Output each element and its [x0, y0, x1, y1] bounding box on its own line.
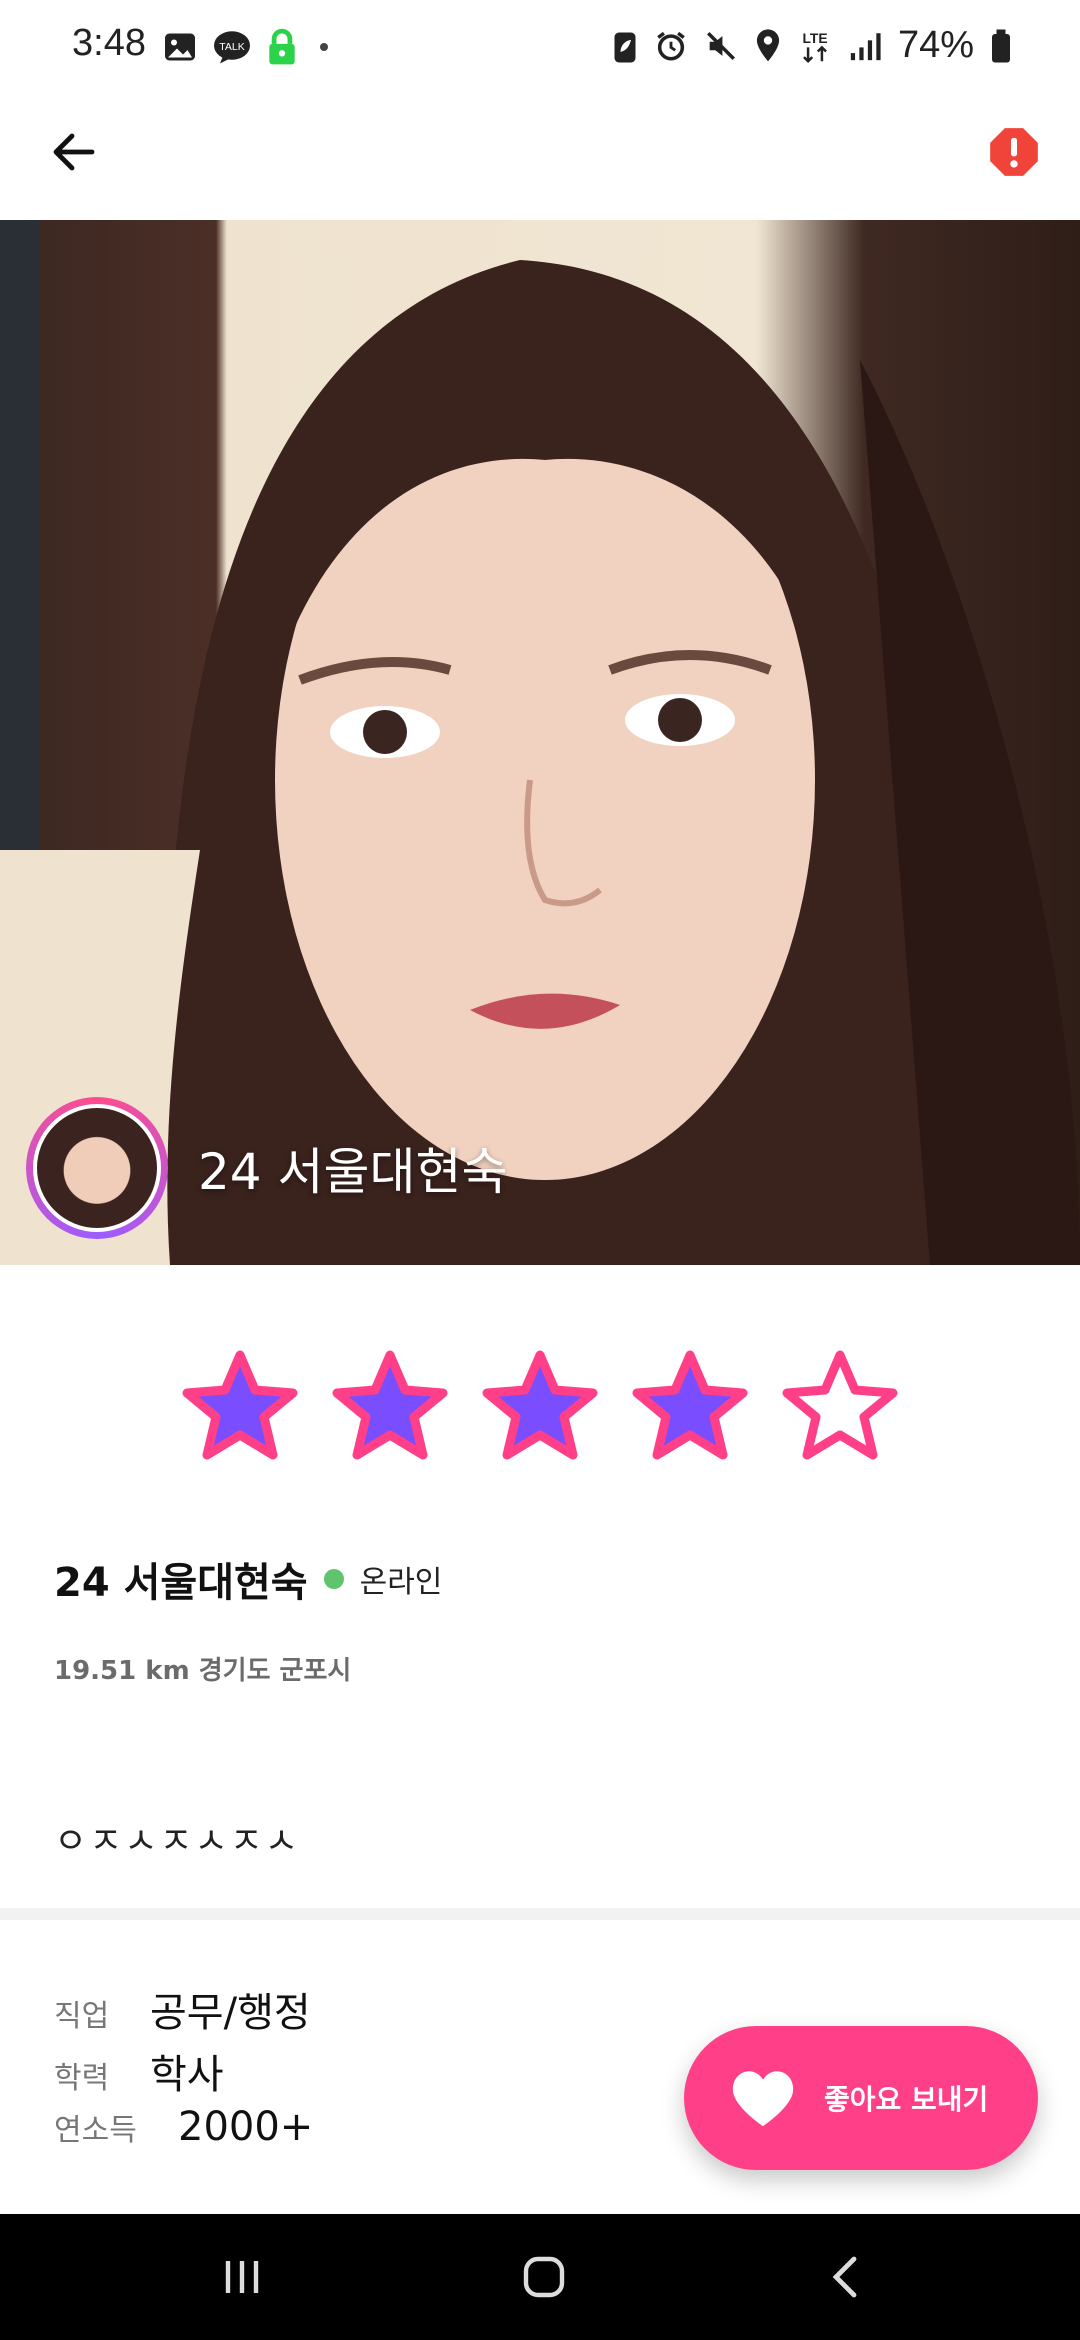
star-empty-icon[interactable] [776, 1345, 904, 1473]
status-time: 3:48 [72, 22, 146, 64]
system-icons: LTE 74% [612, 24, 1012, 67]
detail-label: 직업 [54, 1999, 110, 2034]
star-filled-icon[interactable] [626, 1345, 754, 1473]
arrow-left-icon [53, 133, 95, 171]
recents-button[interactable] [202, 2242, 282, 2312]
detail-row-education: 학력 학사 [54, 2042, 313, 2104]
kakaotalk-icon: TALK [214, 31, 250, 64]
signal-icon [850, 32, 881, 60]
send-like-button[interactable]: 좋아요 보내기 [684, 2026, 1038, 2170]
app-bar [0, 96, 1080, 220]
battery-icon [992, 29, 1010, 62]
detail-value: 2000+ [178, 2104, 314, 2150]
avatar-photo [33, 1104, 161, 1232]
name-row: 24 서울대현숙 온라인 [54, 1550, 1026, 1608]
star-filled-icon[interactable] [476, 1345, 604, 1473]
dot-icon [320, 43, 328, 51]
avatar[interactable] [26, 1097, 168, 1239]
detail-value: 학사 [150, 2052, 224, 2098]
alert-octagon-icon [990, 128, 1038, 176]
details-list: 직업 공무/행정 학력 학사 연소득 2000+ [54, 1980, 313, 2166]
location-icon [756, 28, 780, 61]
lte-label: LTE [802, 30, 827, 46]
bio-text: ㅇㅈㅅㅈㅅㅈㅅ [54, 1821, 300, 1862]
detail-row-income: 연소득 2000+ [54, 2104, 313, 2166]
hero-name-row: 24 서울대현숙 [26, 1097, 508, 1239]
profile-name: 24 서울대현숙 [54, 1560, 308, 1606]
alarm-icon [657, 31, 685, 61]
status-bar: 3:48 TALK LTE 74% [0, 0, 1080, 96]
online-status-dot [323, 1569, 344, 1589]
gallery-icon [165, 33, 195, 61]
star-rating [0, 1345, 1080, 1473]
nav-back-button[interactable] [806, 2242, 886, 2312]
location-text: 19.51 km 경기도 군포시 [54, 1656, 352, 1686]
battery-percent: 74% [897, 24, 974, 66]
online-status-text: 온라인 [359, 1565, 443, 1600]
heart-icon [732, 2071, 794, 2127]
report-button[interactable] [984, 122, 1044, 182]
system-nav-bar [0, 2214, 1080, 2340]
battery-saver-icon [614, 32, 636, 62]
detail-label: 연소득 [54, 2113, 137, 2148]
home-button[interactable] [504, 2242, 584, 2312]
detail-row-job: 직업 공무/행정 [54, 1980, 313, 2042]
svg-text:TALK: TALK [219, 41, 244, 53]
back-button[interactable] [42, 120, 106, 184]
star-filled-icon[interactable] [176, 1345, 304, 1473]
mute-icon [706, 31, 735, 60]
detail-value: 공무/행정 [150, 1990, 311, 2036]
notification-icons: TALK [162, 28, 336, 66]
hero-name: 24 서울대현숙 [198, 1143, 508, 1201]
star-filled-icon[interactable] [326, 1345, 454, 1473]
nav-back-icon [832, 2256, 857, 2298]
profile-photo[interactable]: 24 서울대현숙 [0, 220, 1080, 1265]
send-like-label: 좋아요 보내기 [824, 2083, 989, 2116]
home-icon [523, 2256, 565, 2298]
section-divider [0, 1908, 1080, 1920]
detail-label: 학력 [54, 2061, 110, 2096]
lte-icon: LTE [802, 30, 827, 63]
recents-icon [225, 2261, 259, 2293]
lock-icon [269, 28, 295, 65]
profile-info: 24 서울대현숙 온라인 19.51 km 경기도 군포시 [54, 1550, 1026, 1687]
